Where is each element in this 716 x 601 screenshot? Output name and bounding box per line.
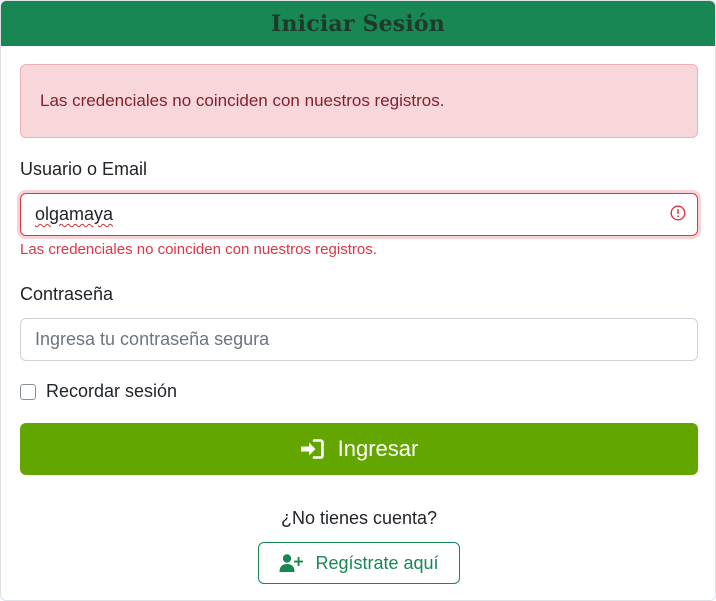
username-value: olgamaya bbox=[35, 204, 114, 224]
login-card: Iniciar Sesión Las credenciales no coinc… bbox=[0, 0, 716, 601]
username-input[interactable]: olgamaya bbox=[20, 193, 698, 236]
remember-label[interactable]: Recordar sesión bbox=[46, 381, 177, 402]
username-error: Las credenciales no coinciden con nuestr… bbox=[20, 241, 377, 258]
remember-checkbox[interactable] bbox=[20, 383, 36, 400]
exclamation-circle-icon bbox=[670, 205, 686, 221]
error-alert-message: Las credenciales no coinciden con nuestr… bbox=[40, 91, 445, 110]
error-alert: Las credenciales no coinciden con nuestr… bbox=[20, 64, 698, 138]
login-button[interactable]: Ingresar bbox=[20, 423, 698, 475]
user-plus-icon bbox=[279, 554, 304, 572]
remember-row: Recordar sesión bbox=[20, 381, 177, 402]
password-placeholder: Ingresa tu contraseña segura bbox=[35, 329, 270, 349]
sign-in-icon bbox=[300, 439, 324, 459]
password-input[interactable]: Ingresa tu contraseña segura bbox=[20, 318, 698, 361]
card-header: Iniciar Sesión bbox=[1, 1, 715, 46]
login-button-label: Ingresar bbox=[337, 436, 419, 461]
register-button[interactable]: Regístrate aquí bbox=[258, 542, 460, 584]
username-label: Usuario o Email bbox=[20, 159, 148, 179]
login-form: Las credenciales no coinciden con nuestr… bbox=[20, 64, 698, 584]
no-account-question: ¿No tienes cuenta? bbox=[280, 508, 438, 528]
password-label: Contraseña bbox=[20, 284, 114, 304]
register-button-label: Regístrate aquí bbox=[315, 552, 439, 573]
page-title: Iniciar Sesión bbox=[271, 10, 445, 37]
